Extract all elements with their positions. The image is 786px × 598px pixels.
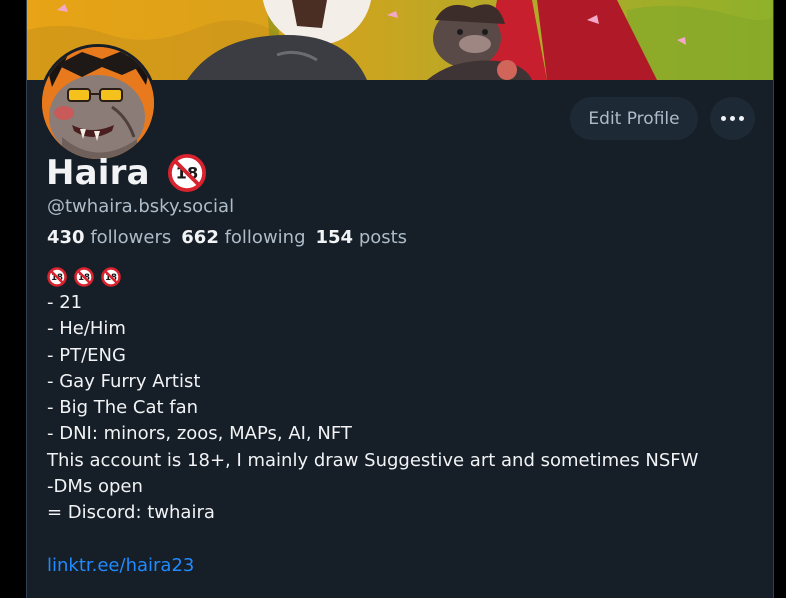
bio-line: -DMs open (47, 476, 143, 498)
display-name-row: Haira 18 (46, 150, 206, 196)
posts-count: 154 (315, 227, 354, 248)
more-dots-icon (721, 116, 726, 121)
bio-line: - DNI: minors, zoos, MAPs, AI, NFT (47, 423, 352, 445)
no-under-18-icon: 18 (74, 267, 94, 287)
bio-link[interactable]: linktr.ee/haira23 (47, 553, 194, 579)
profile-handle: @twhaira.bsky.social (47, 196, 235, 217)
no-under-18-icon: 18 (167, 154, 206, 192)
bio-line: - PT/ENG (47, 344, 126, 366)
followers-label: followers (90, 227, 172, 248)
followers-count: 430 (47, 227, 85, 248)
window-left-edge (0, 0, 26, 598)
no-under-18-icon: 18 (47, 267, 67, 287)
bio-spacer (47, 527, 747, 553)
following-stat[interactable]: 662 following (181, 227, 305, 248)
avatar-artwork (42, 47, 154, 159)
bio-line: - 21 (47, 292, 83, 313)
bio-line: - Big The Cat fan (47, 397, 199, 419)
following-count: 662 (181, 227, 219, 248)
posts-stat: 154 posts (316, 227, 408, 248)
followers-stat[interactable]: 430 followers (47, 227, 171, 248)
profile-bio: 18 18 18 - 21 - He/Him - PT/ENG - Gay Fu… (47, 264, 747, 579)
bio-line: - Gay Furry Artist (47, 370, 201, 392)
profile-avatar[interactable] (39, 44, 157, 162)
more-dots-icon (739, 116, 744, 121)
edit-profile-button[interactable]: Edit Profile (570, 97, 698, 140)
bio-emoji-row: 18 18 18 (47, 264, 747, 290)
window-right-edge (774, 0, 786, 598)
profile-panel: Edit Profile Haira 18 @twhaira.bsky.soci… (26, 0, 774, 598)
more-dots-icon (730, 116, 735, 121)
bio-line: = Discord: twhaira (47, 502, 215, 524)
profile-stats: 430 followers 662 following 154 posts (47, 227, 411, 248)
posts-label: posts (358, 227, 408, 248)
bio-line: - He/Him (47, 318, 126, 340)
more-options-button[interactable] (710, 97, 755, 140)
no-under-18-icon: 18 (101, 267, 121, 287)
bio-line: This account is 18+, I mainly draw Sugge… (47, 449, 699, 471)
display-name: Haira (46, 153, 150, 193)
following-label: following (224, 227, 306, 248)
